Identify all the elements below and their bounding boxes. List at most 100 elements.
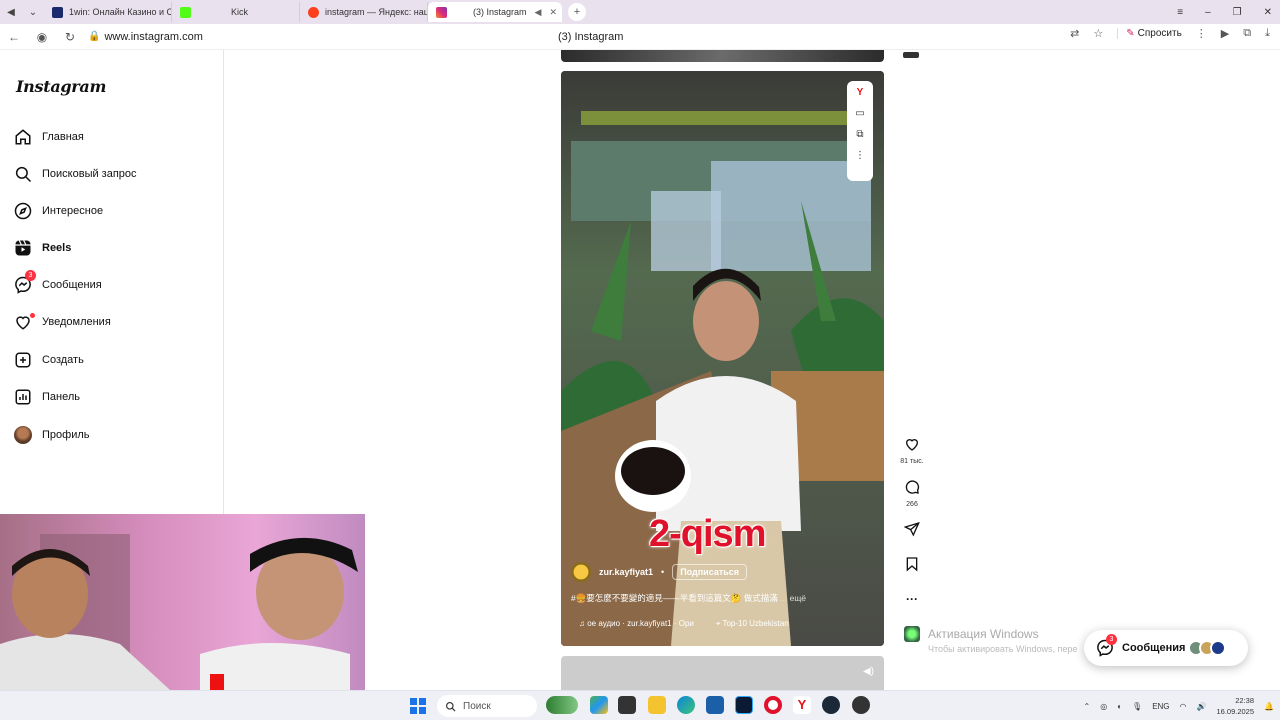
tab-favicon xyxy=(436,6,447,18)
wifi-icon[interactable]: ◠ xyxy=(1180,702,1187,711)
sidebar-item-label: Главная xyxy=(42,131,84,143)
previous-reel-edge[interactable] xyxy=(561,50,884,62)
more-vertical-icon[interactable]: ⋮ xyxy=(1196,27,1207,40)
sidebar-item-explore[interactable]: Интересное xyxy=(14,200,103,222)
bookmark-icon[interactable]: ☆ xyxy=(1093,27,1103,40)
more-button[interactable]: ··· xyxy=(900,592,924,606)
tab-list-chevron-icon[interactable]: ⌄ xyxy=(22,7,44,18)
clock[interactable]: 22:38 16.09.2025 xyxy=(1216,695,1254,717)
picture-in-picture-icon[interactable]: ⧉ xyxy=(856,129,863,140)
sidebar-item-profile[interactable]: Профиль xyxy=(14,424,90,446)
media-icon[interactable]: ▶ xyxy=(1221,27,1229,40)
follow-button[interactable]: Подписаться xyxy=(672,564,748,580)
volume-icon[interactable]: ◀) xyxy=(863,666,874,677)
extensions-icon[interactable]: ⧉ xyxy=(1243,27,1251,40)
sidebar-item-messages[interactable]: 3 Сообщения xyxy=(14,270,102,296)
sidebar-item-label: Поисковый запрос xyxy=(42,168,137,180)
download-icon[interactable]: ⤓ xyxy=(1265,27,1270,40)
sidebar-item-label: Уведомления xyxy=(42,316,111,328)
taskbar-search[interactable]: Поиск xyxy=(437,695,537,717)
sidebar-item-panel[interactable]: Панель xyxy=(14,386,80,408)
tab-yandex[interactable]: instagram — Яндекс: наш xyxy=(300,2,428,22)
audio-label[interactable]: ♫ ое аудио · zur.kayfiyat1 · Ори xyxy=(579,619,694,629)
author-username[interactable]: zur.kayfiyat1 xyxy=(599,567,653,577)
volume-icon[interactable]: 🔊 xyxy=(1197,702,1207,711)
tray-overflow-icon[interactable]: ⌃ xyxy=(1084,702,1091,711)
back-icon[interactable]: ← xyxy=(0,30,28,44)
instagram-logo[interactable]: Instagram xyxy=(16,77,106,96)
home-icon xyxy=(15,129,31,145)
language-indicator[interactable]: ENG xyxy=(1152,702,1169,711)
url-field[interactable]: www.instagram.com xyxy=(104,31,202,43)
photoshop-icon[interactable] xyxy=(735,696,753,714)
reel-audio-row: ♫ ое аудио · zur.kayfiyat1 · Ори ⌖ Top-1… xyxy=(579,619,789,629)
tab-favicon xyxy=(52,6,63,18)
share-button[interactable] xyxy=(900,521,924,542)
audio-thumbnail[interactable] xyxy=(904,626,920,642)
maximize-icon[interactable]: ❐ xyxy=(1233,7,1242,18)
messages-badge: 3 xyxy=(1106,634,1117,645)
video-overlay-text: 2-qism xyxy=(649,513,766,555)
tray-app-icon[interactable]: ◐ xyxy=(1117,702,1122,711)
mic-icon[interactable]: 🎙 xyxy=(1132,702,1142,711)
translate-icon[interactable]: ⇄ xyxy=(1070,27,1079,40)
app-icon[interactable] xyxy=(852,696,870,714)
protect-icon[interactable]: ◉ xyxy=(28,30,56,44)
tray-app-icon[interactable]: ◎ xyxy=(1100,702,1107,711)
sidebar-item-search[interactable]: Поисковый запрос xyxy=(14,163,137,185)
tab-1win[interactable]: 1win: Онлайн Казино и С xyxy=(44,2,172,22)
ask-button[interactable]: ✎ Спросить xyxy=(1117,28,1182,39)
opera-icon[interactable] xyxy=(764,696,782,714)
sidebar-item-label: Интересное xyxy=(42,205,104,217)
copilot-icon[interactable] xyxy=(590,696,608,714)
reel-scene xyxy=(561,71,884,646)
save-button[interactable] xyxy=(900,556,924,577)
tab-menu-icon[interactable]: ≡ xyxy=(1177,7,1183,18)
sidebar-item-label: Создать xyxy=(42,354,84,366)
like-button[interactable]: 81 тыс. xyxy=(900,436,924,465)
messages-pill[interactable]: 3 Сообщения xyxy=(1084,630,1248,666)
close-window-icon[interactable]: ✕ xyxy=(1264,7,1272,18)
store-icon[interactable] xyxy=(706,696,724,714)
task-view-icon[interactable] xyxy=(618,696,636,714)
comment-icon xyxy=(905,480,920,494)
search-icon xyxy=(446,701,456,711)
sidebar-item-reels[interactable]: Reels xyxy=(14,237,71,259)
steam-icon[interactable] xyxy=(822,696,840,714)
tab-instagram[interactable]: (3) Instagram ◀ ✕ xyxy=(428,2,562,22)
author-avatar[interactable] xyxy=(571,562,591,582)
reload-icon[interactable]: ↻ xyxy=(56,30,84,44)
widgets-icon[interactable] xyxy=(546,696,578,714)
tab-label: 1win: Онлайн Казино и С xyxy=(69,7,172,17)
messages-badge: 3 xyxy=(25,270,36,281)
browser-menu-icon[interactable]: ◀ xyxy=(0,7,22,18)
mute-tab-icon[interactable]: ◀ xyxy=(535,7,542,18)
close-tab-icon[interactable]: ✕ xyxy=(549,7,557,18)
comment-button[interactable]: 266 xyxy=(900,479,924,508)
reel-author: zur.kayfiyat1 • Подписаться xyxy=(571,562,748,582)
new-tab-button[interactable]: + xyxy=(568,3,586,21)
panel-icon xyxy=(15,389,31,405)
tab-kick[interactable]: Kick xyxy=(172,2,300,22)
like-count: 81 тыс. xyxy=(900,458,924,465)
reel-video[interactable]: Y ▭ ⧉ ⋮ 2-qism zur.kayfiyat1 • Подписать… xyxy=(561,71,884,646)
sidebar-item-home[interactable]: Главная xyxy=(14,126,84,148)
lock-icon[interactable]: 🔒 xyxy=(88,31,100,42)
notifications-icon[interactable]: 🔔 xyxy=(1264,702,1274,711)
subtitles-icon[interactable]: ▭ xyxy=(855,108,864,119)
sidebar-item-create[interactable]: Создать xyxy=(14,349,84,371)
edge-icon[interactable] xyxy=(677,696,695,714)
windows-start-icon[interactable] xyxy=(410,698,426,714)
yandex-icon[interactable]: Y xyxy=(857,87,864,98)
file-explorer-icon[interactable] xyxy=(648,696,666,714)
messages-label: Сообщения xyxy=(1122,642,1186,654)
location-label[interactable]: ⌖ Top-10 Uzbekistan xyxy=(716,619,789,629)
sidebar-item-notifications[interactable]: Уведомления xyxy=(14,311,111,333)
plus-square-icon xyxy=(15,352,31,368)
more-vertical-icon[interactable]: ⋮ xyxy=(855,150,865,161)
minimize-icon[interactable]: – xyxy=(1205,7,1211,18)
yandex-browser-icon[interactable]: Y xyxy=(793,696,811,714)
sidebar-item-label: Панель xyxy=(42,391,81,403)
more-link[interactable]: ... ещё xyxy=(780,593,806,603)
next-reel-edge[interactable]: ◀) xyxy=(561,656,884,690)
